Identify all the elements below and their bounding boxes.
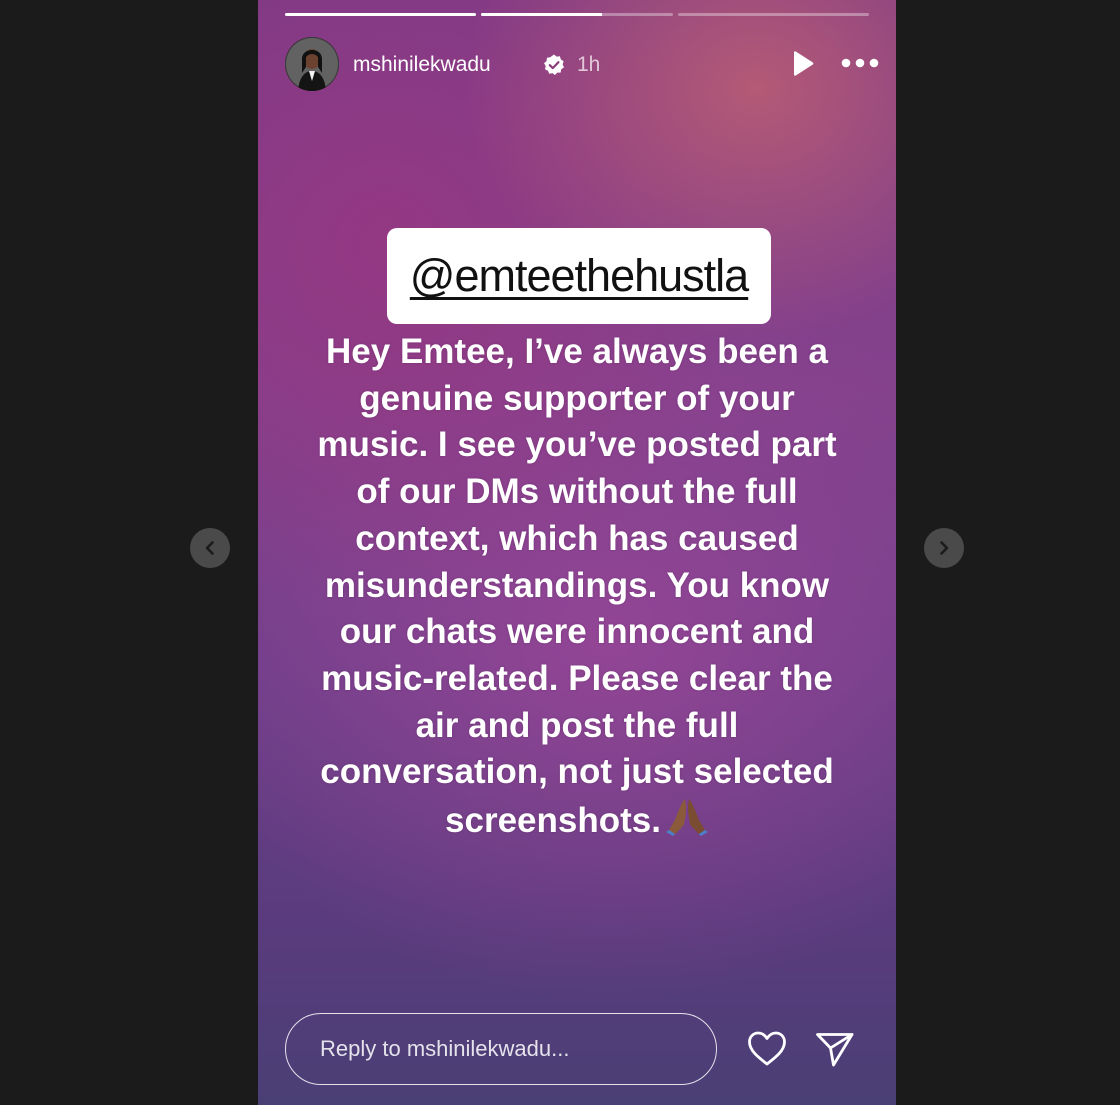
pray-emoji-icon xyxy=(665,799,708,837)
caption-line: misunderstandings. You know xyxy=(324,565,830,605)
story-timestamp: 1h xyxy=(577,53,601,76)
chevron-left-icon xyxy=(205,541,214,555)
story-progress-bar xyxy=(285,13,869,16)
caption-line-last: screenshots. xyxy=(258,796,896,845)
caption-line: of our DMs without the full xyxy=(356,472,798,512)
progress-segment xyxy=(285,13,477,16)
story-caption: Hey Emtee, I’ve always been a genuine su… xyxy=(258,329,896,845)
play-icon[interactable] xyxy=(788,49,816,79)
send-icon[interactable] xyxy=(814,1028,856,1070)
reply-input[interactable]: Reply to mshinilekwadu... xyxy=(285,1013,717,1085)
caption-line: genuine supporter of your xyxy=(359,378,795,418)
caption-line: music. I see you’ve posted part xyxy=(317,425,837,465)
story-header: mshinilekwadu 1h xyxy=(285,37,879,93)
avatar-image xyxy=(285,37,339,91)
more-options-icon[interactable] xyxy=(841,56,879,70)
heart-icon[interactable] xyxy=(746,1028,788,1070)
previous-story-button[interactable] xyxy=(190,528,230,568)
mention-sticker[interactable]: @emteethehustla xyxy=(387,228,771,324)
caption-line: our chats were innocent and xyxy=(339,612,815,652)
progress-fill xyxy=(481,13,602,16)
caption-line: Hey Emtee, I’ve always been a xyxy=(326,332,828,371)
story-username[interactable]: mshinilekwadu xyxy=(353,53,491,77)
avatar[interactable] xyxy=(285,37,339,91)
caption-line-text: screenshots. xyxy=(445,801,661,841)
caption-line: music-related. Please clear the xyxy=(321,658,833,698)
story-viewer[interactable]: mshinilekwadu 1h @emteethehustla Hey Emt… xyxy=(258,0,896,1105)
chevron-right-icon xyxy=(940,541,949,555)
next-story-button[interactable] xyxy=(924,528,964,568)
progress-fill xyxy=(285,13,477,16)
caption-line: air and post the full xyxy=(415,705,739,745)
mention-text: @emteethehustla xyxy=(409,250,749,301)
progress-segment xyxy=(481,13,673,16)
caption-line: context, which has caused xyxy=(355,518,799,558)
reply-placeholder: Reply to mshinilekwadu... xyxy=(320,1036,570,1061)
verified-badge-icon xyxy=(544,54,564,75)
progress-segment xyxy=(677,13,869,16)
caption-line: conversation, not just selected xyxy=(320,752,834,792)
